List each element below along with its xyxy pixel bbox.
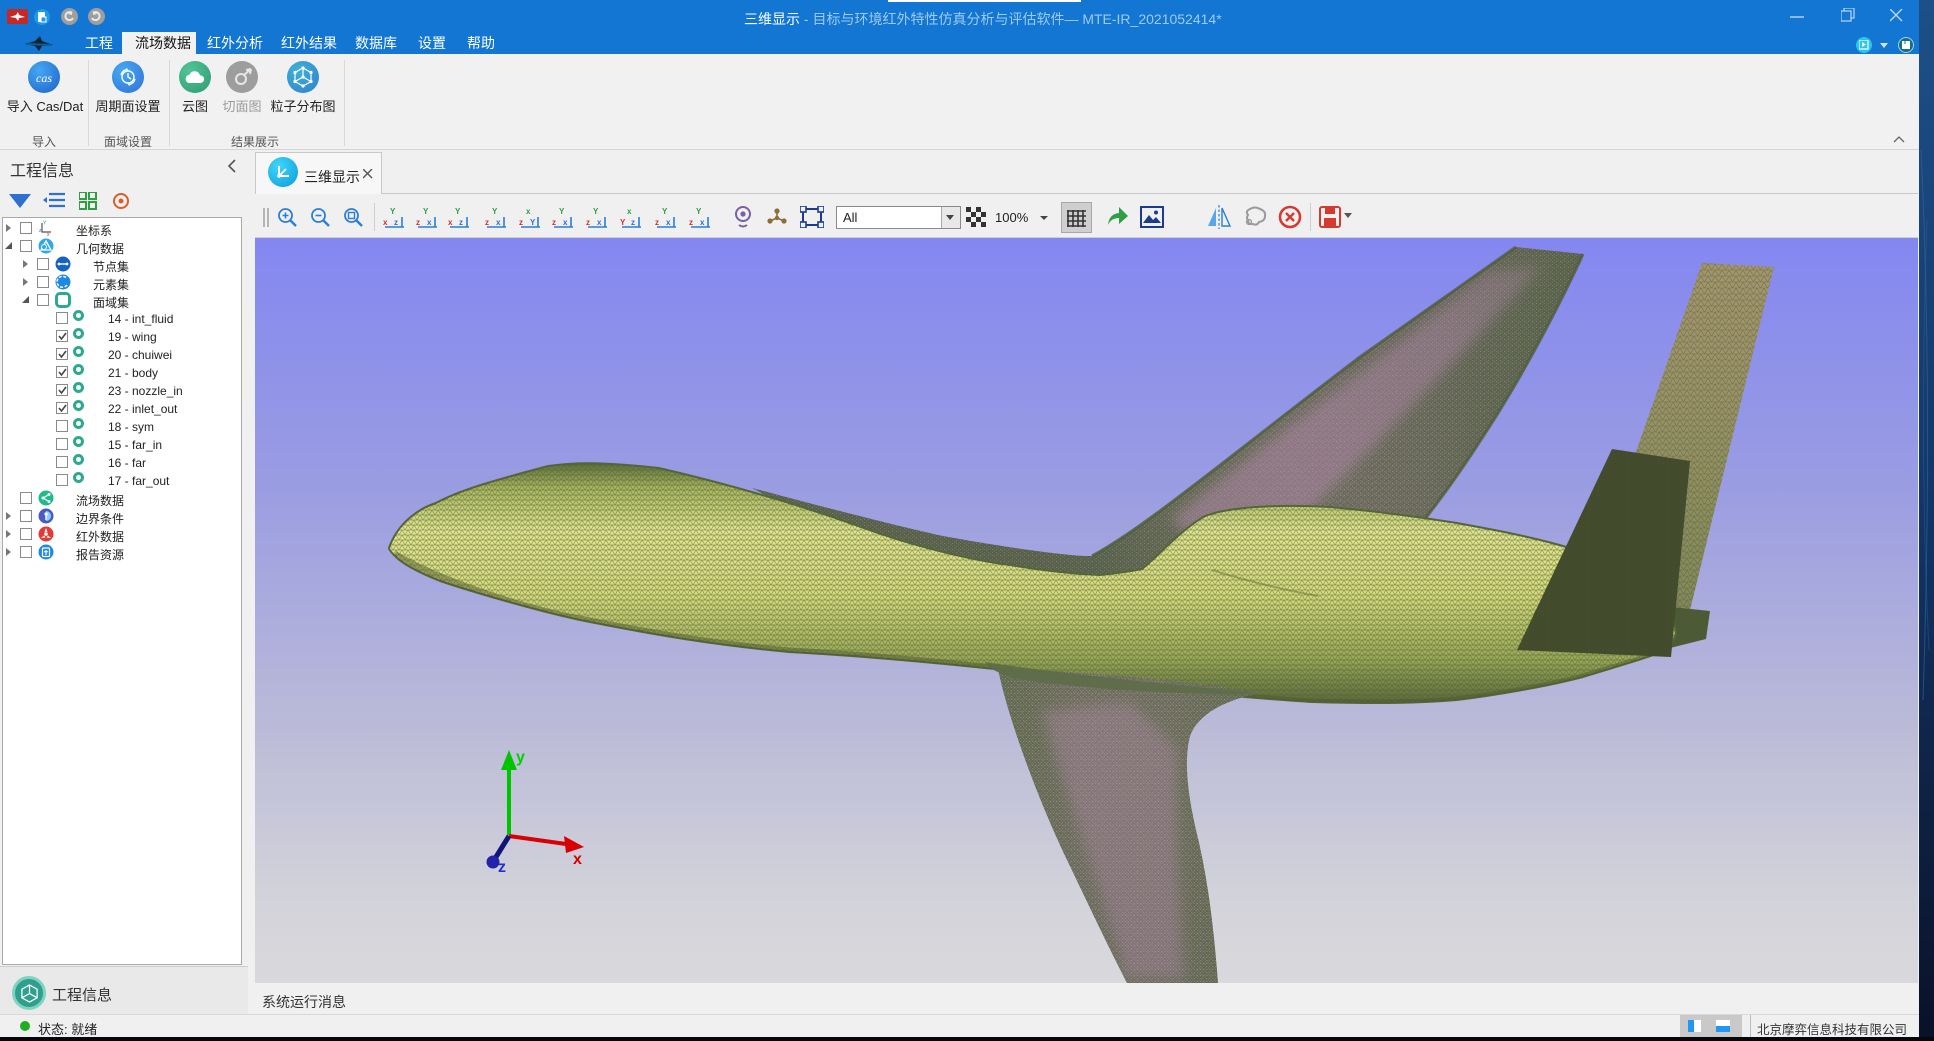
svg-text:z: z: [485, 218, 489, 227]
svg-text:x: x: [597, 218, 602, 227]
svg-text:z: z: [631, 218, 635, 227]
svg-text:Y: Y: [455, 207, 461, 216]
svg-text:Y: Y: [662, 207, 668, 216]
svg-text:z: z: [459, 218, 463, 227]
svg-text:z: z: [552, 218, 556, 227]
svg-text:x: x: [448, 218, 453, 227]
svg-text:z: z: [498, 859, 506, 876]
svg-text:x: x: [627, 207, 632, 216]
svg-text:x: x: [427, 218, 432, 227]
svg-text:Y: Y: [492, 207, 498, 216]
svg-text:x: x: [496, 218, 501, 227]
svg-text:x: x: [700, 218, 705, 227]
svg-text:Y: Y: [593, 207, 599, 216]
svg-text:z: z: [519, 218, 523, 227]
svg-text:Y: Y: [530, 218, 536, 227]
svg-text:Y: Y: [390, 207, 396, 216]
svg-text:x: x: [666, 218, 671, 227]
svg-text:x: x: [383, 218, 388, 227]
svg-text:Y: Y: [423, 207, 429, 216]
svg-text:x: x: [563, 218, 568, 227]
svg-text:z: z: [689, 218, 693, 227]
svg-text:x: x: [526, 207, 531, 216]
svg-text:Y: Y: [559, 207, 565, 216]
svg-text:Y: Y: [696, 207, 702, 216]
svg-text:y: y: [516, 749, 525, 766]
svg-text:z: z: [416, 218, 420, 227]
svg-text:Y: Y: [620, 218, 626, 227]
svg-text:x: x: [573, 851, 582, 868]
svg-text:z: z: [655, 218, 659, 227]
svg-text:x: x: [47, 232, 50, 236]
svg-text:z: z: [586, 218, 590, 227]
svg-text:Y: Y: [43, 221, 47, 227]
svg-text:z: z: [394, 218, 398, 227]
